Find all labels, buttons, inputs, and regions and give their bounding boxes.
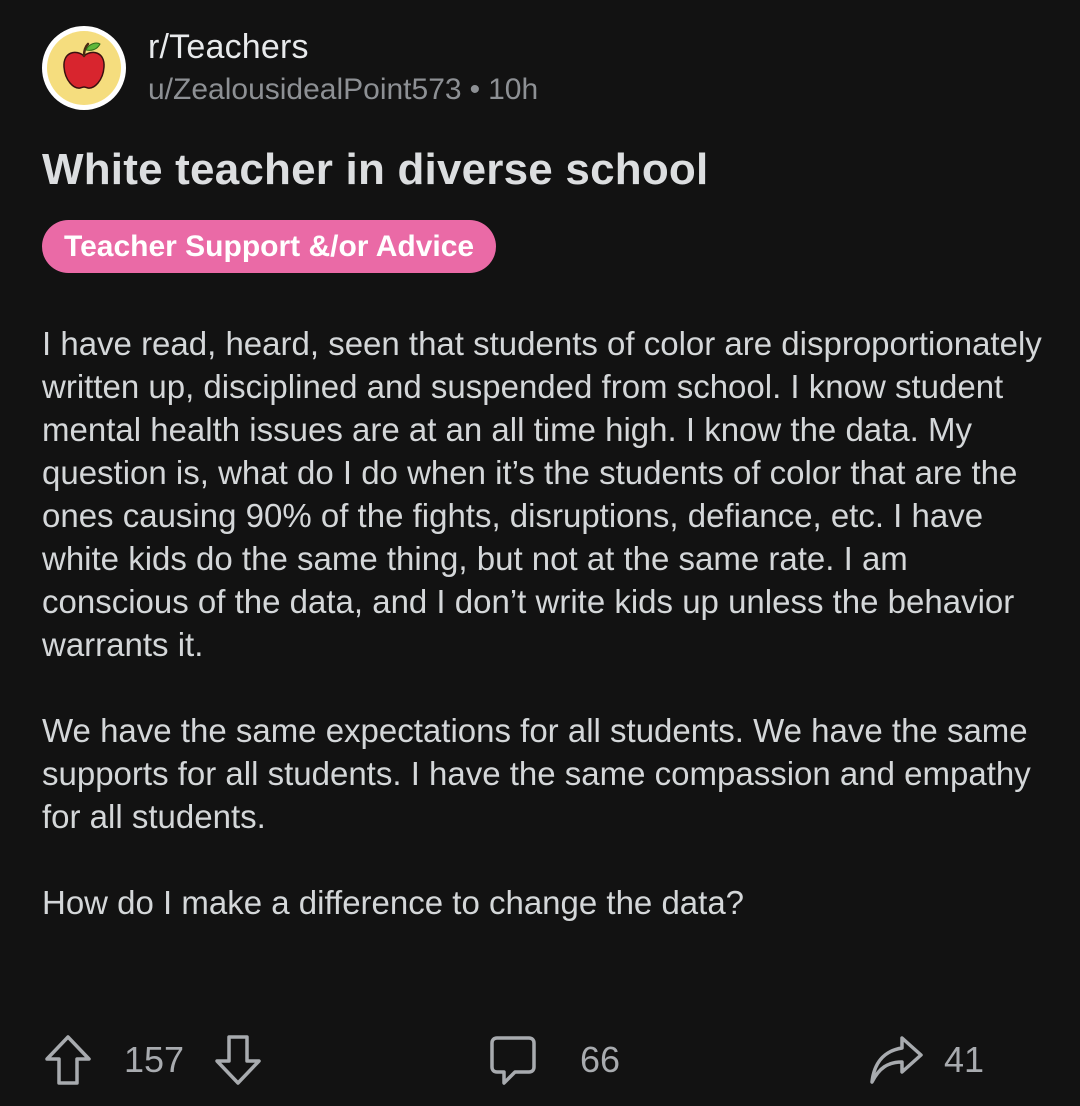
body-paragraph: I have read, heard, seen that students o… <box>42 325 1042 663</box>
body-paragraph: We have the same expectations for all st… <box>42 712 1031 835</box>
downvote-button[interactable] <box>214 1034 262 1086</box>
subreddit-avatar[interactable] <box>42 26 126 110</box>
comments-button[interactable]: 66 <box>488 1030 620 1090</box>
arrow-up-icon <box>45 1035 91 1085</box>
post-title[interactable]: White teacher in diverse school <box>42 140 708 200</box>
vote-controls: 157 <box>44 1030 262 1090</box>
upvote-count: 157 <box>124 1039 185 1080</box>
arrow-down-icon <box>215 1035 261 1085</box>
upvote-button[interactable] <box>44 1034 92 1086</box>
byline-separator: • <box>469 73 481 106</box>
body-paragraph: How do I make a difference to change the… <box>42 884 745 921</box>
share-count: 41 <box>944 1039 985 1080</box>
post-body: I have read, heard, seen that students o… <box>42 322 1052 967</box>
comment-bubble-icon <box>490 1036 536 1085</box>
post-age: 10h <box>488 73 539 106</box>
comment-count: 66 <box>580 1039 621 1080</box>
apple-icon <box>47 31 121 105</box>
post-flair[interactable]: Teacher Support &/or Advice <box>42 220 497 273</box>
subreddit-name[interactable]: r/Teachers <box>148 26 538 68</box>
author-name[interactable]: u/ZealousidealPoint573 <box>148 73 462 106</box>
post-byline: u/ZealousidealPoint573 • 10h <box>148 70 538 110</box>
post-actions-bar: 157 66 41 <box>0 1030 1080 1090</box>
share-arrow-icon <box>870 1036 923 1084</box>
post-header: r/Teachers u/ZealousidealPoint573 • 10h <box>42 26 538 110</box>
share-button[interactable]: 41 <box>868 1030 984 1090</box>
